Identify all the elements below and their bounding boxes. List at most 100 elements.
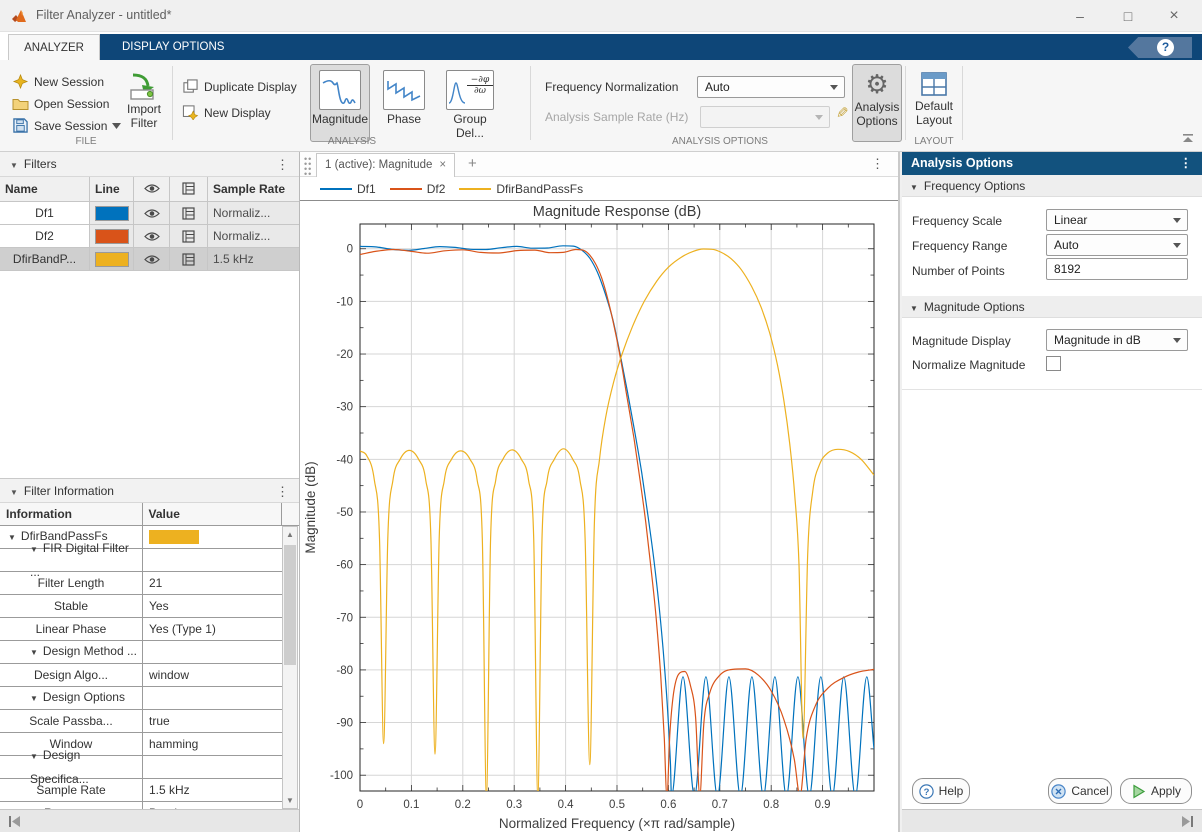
info-row[interactable]: Design Algo... window [0,664,299,687]
analysis-options-menu-icon[interactable]: ⋮ [1180,152,1193,175]
collapse-right-icon[interactable] [1181,815,1194,828]
info-row[interactable]: Response Bandpass [0,802,299,809]
filter-line-swatch[interactable] [90,225,134,248]
new-display-tab-button[interactable]: + [468,155,477,172]
properties-icon[interactable] [170,177,208,202]
tree-caret-icon[interactable]: ▼ [30,545,38,554]
frequency-scale-label: Frequency Scale [912,210,1002,232]
info-row[interactable]: ▼Design Specifica... [0,756,299,779]
frequency-range-combo[interactable]: Auto [1046,234,1188,256]
filter-line-swatch[interactable] [90,202,134,225]
filter-properties-button[interactable] [170,225,208,248]
filter-visible-toggle[interactable] [134,248,170,271]
filter-visible-toggle[interactable] [134,225,170,248]
apply-button[interactable]: Apply [1120,778,1192,804]
new-display-button[interactable]: New Display [204,104,271,122]
help-chevron[interactable]: ? [1128,37,1192,58]
filter-info-scrollbar[interactable]: ▲ ▼ [282,526,298,809]
collapse-ribbon-icon[interactable] [1182,134,1194,143]
filter-row[interactable]: DfirBandP... 1.5 kHz [0,248,299,271]
cancel-button[interactable]: Cancel [1048,778,1112,804]
scroll-up-icon[interactable]: ▲ [283,527,297,542]
scrollbar-thumb[interactable] [284,545,296,665]
col-name[interactable]: Name [0,177,90,202]
info-value: window [143,664,283,687]
drag-grip-icon[interactable]: •••••••• [304,157,312,177]
filter-row[interactable]: Df2 Normaliz... [0,225,299,248]
eye-icon[interactable] [134,177,170,202]
info-row[interactable]: Scale Passba... true [0,710,299,733]
filters-menu-icon[interactable]: ⋮ [276,152,289,177]
normalize-magnitude-checkbox[interactable] [1046,356,1061,371]
info-row[interactable]: Linear Phase Yes (Type 1) [0,618,299,641]
legend-item[interactable]: DfirBandPassFs [459,182,587,196]
info-row[interactable]: ▼FIR Digital Filter ... [0,549,299,572]
save-session-button[interactable]: Save Session [34,117,107,135]
info-row[interactable]: Sample Rate 1.5 kHz [0,779,299,802]
number-of-points-input[interactable]: 8192 [1046,258,1188,280]
filter-color-swatch[interactable] [149,530,199,544]
magnitude-toggle-button[interactable]: Magnitude [310,64,370,142]
magnitude-options-section[interactable]: ▼Magnitude Options [902,296,1202,318]
tree-caret-icon[interactable]: ▼ [30,752,38,761]
new-session-button[interactable]: New Session [34,73,104,91]
analysis-options-button[interactable]: ⚙ Analysis Options [852,64,902,142]
filter-name[interactable]: Df1 [0,202,90,225]
help-icon[interactable]: ? [1157,39,1174,56]
gd-formula-numerator: −∂φ [467,75,493,85]
default-layout-button[interactable]: Default Layout [908,64,960,142]
info-row[interactable]: ▼Design Options [0,687,299,710]
info-label: ▼Design Specifica... [0,756,143,779]
filter-info-menu-icon[interactable]: ⋮ [276,479,289,504]
display-tab[interactable]: 1 (active): Magnitude × [316,153,455,178]
magnitude-plot[interactable]: 00.10.20.30.40.50.60.70.80.90-10-20-30-4… [300,201,898,832]
toolstrip-blue-bar [100,34,1202,60]
scroll-down-icon[interactable]: ▼ [283,793,297,808]
phase-toggle-button[interactable]: Phase [377,64,431,142]
number-of-points-label: Number of Points [912,260,1005,282]
save-session-icon [12,118,29,133]
info-row[interactable]: Filter Length 21 [0,572,299,595]
close-tab-icon[interactable]: × [439,159,446,171]
col-line[interactable]: Line [90,177,134,202]
analysis-options-title: Analysis Options [911,156,1013,170]
filter-line-swatch[interactable] [90,248,134,271]
legend-item[interactable]: Df1 [320,182,380,196]
save-session-dropdown-icon[interactable] [112,123,121,129]
help-button[interactable]: ? Help [912,778,970,804]
filter-properties-button[interactable] [170,248,208,271]
collapse-caret-icon[interactable]: ▼ [10,161,18,170]
minimize-button[interactable]: – [1058,4,1102,28]
frequency-options-section[interactable]: ▼Frequency Options [902,175,1202,197]
col-information[interactable]: Information [0,503,143,526]
chevron-down-icon [1173,243,1181,248]
filter-visible-toggle[interactable] [134,202,170,225]
col-value[interactable]: Value [143,503,283,526]
edit-pencil-icon[interactable]: ✎ [836,104,849,122]
filter-row[interactable]: Df1 Normaliz... [0,202,299,225]
info-row[interactable]: ▼Design Method ... [0,641,299,664]
collapse-left-icon[interactable] [8,815,21,828]
filter-properties-button[interactable] [170,202,208,225]
maximize-button[interactable]: □ [1106,4,1150,28]
display-menu-icon[interactable]: ⋮ [871,156,884,172]
col-sample-rate[interactable]: Sample Rate [208,177,299,202]
collapse-caret-icon[interactable]: ▼ [10,488,18,497]
display-tab-label: 1 (active): Magnitude [325,159,432,171]
open-session-button[interactable]: Open Session [34,95,109,113]
tab-display-options[interactable]: DISPLAY OPTIONS [108,34,238,60]
tree-caret-icon[interactable]: ▼ [30,694,38,703]
filter-name[interactable]: DfirBandP... [0,248,90,271]
info-value [143,549,283,572]
close-button[interactable]: × [1152,4,1196,28]
tab-analyzer[interactable]: ANALYZER [8,34,100,60]
duplicate-display-button[interactable]: Duplicate Display [204,78,297,96]
group-delay-toggle-button[interactable]: −∂φ ∂ω Group Del... [438,64,502,142]
frequency-normalization-combo[interactable]: Auto [697,76,845,98]
frequency-scale-combo[interactable]: Linear [1046,209,1188,231]
info-row[interactable]: Stable Yes [0,595,299,618]
tree-caret-icon[interactable]: ▼ [30,648,38,657]
legend-item[interactable]: Df2 [390,182,450,196]
magnitude-display-combo[interactable]: Magnitude in dB [1046,329,1188,351]
filter-name[interactable]: Df2 [0,225,90,248]
